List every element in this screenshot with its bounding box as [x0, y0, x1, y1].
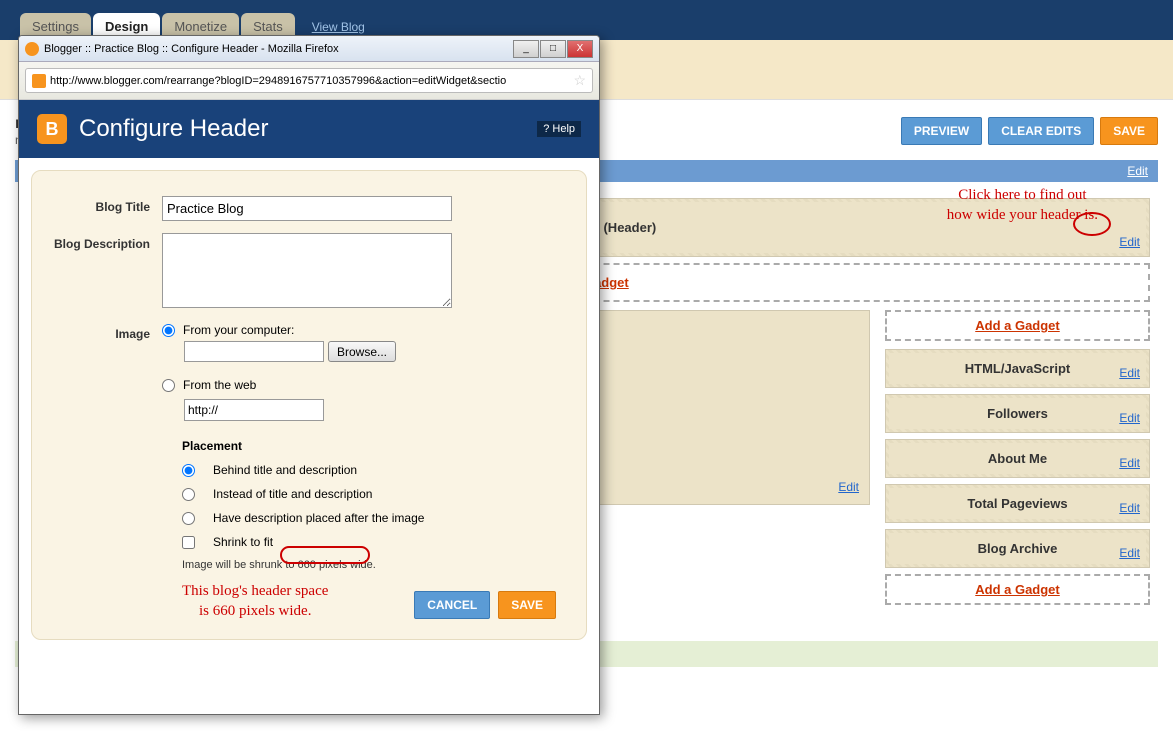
blog-desc-label: Blog Description — [52, 233, 162, 311]
maximize-button[interactable]: □ — [540, 40, 566, 58]
shrink-checkbox[interactable] — [182, 536, 195, 549]
edit-link[interactable]: Edit — [1119, 366, 1140, 380]
edit-link[interactable]: Edit — [1119, 411, 1140, 425]
widget-pageviews: Total PageviewsEdit — [885, 484, 1150, 523]
popup-content: B Configure Header ? Help Blog Title Blo… — [19, 100, 599, 715]
clear-edits-button[interactable]: CLEAR EDITS — [988, 117, 1094, 145]
top-nav: Settings Design Monetize Stats View Blog — [0, 0, 1173, 40]
placement-behind-radio[interactable] — [182, 464, 195, 477]
preview-button[interactable]: PREVIEW — [901, 117, 982, 145]
url-bar[interactable]: http://www.blogger.com/rearrange?blogID=… — [25, 68, 593, 93]
from-web-radio[interactable] — [162, 379, 175, 392]
blog-desc-input[interactable] — [162, 233, 452, 308]
file-path-input[interactable] — [184, 341, 324, 362]
blog-title-label: Blog Title — [52, 196, 162, 221]
placement-after-label: Have description placed after the image — [213, 511, 424, 525]
edit-link[interactable]: Edit — [1119, 456, 1140, 470]
close-button[interactable]: X — [567, 40, 593, 58]
from-computer-radio[interactable] — [162, 324, 175, 337]
cancel-button[interactable]: CANCEL — [414, 591, 490, 619]
placement-instead-radio[interactable] — [182, 488, 195, 501]
blog-posts-edit[interactable]: Edit — [838, 480, 859, 494]
shrink-label: Shrink to fit — [213, 535, 273, 549]
blogger-favicon — [32, 74, 46, 88]
popup-titlebar[interactable]: Blogger :: Practice Blog :: Configure He… — [19, 36, 599, 62]
minimize-button[interactable]: _ — [513, 40, 539, 58]
browse-button[interactable]: Browse... — [328, 341, 396, 362]
navbar-edit-link[interactable]: Edit — [1127, 164, 1148, 178]
blogger-logo-icon: B — [37, 114, 67, 144]
widget-archive: Blog ArchiveEdit — [885, 529, 1150, 568]
from-web-label: From the web — [183, 378, 256, 392]
image-label: Image — [52, 323, 162, 421]
save-button[interactable]: SAVE — [1100, 117, 1158, 145]
edit-link[interactable]: Edit — [1119, 501, 1140, 515]
url-text: http://www.blogger.com/rearrange?blogID=… — [50, 75, 569, 87]
add-gadget-side[interactable]: Add a Gadget — [885, 310, 1150, 341]
popup-save-button[interactable]: SAVE — [498, 591, 556, 619]
help-link[interactable]: ? Help — [537, 121, 581, 137]
red-circle-660 — [280, 546, 370, 564]
popup-title: Blogger :: Practice Blog :: Configure He… — [44, 43, 339, 55]
placement-after-radio[interactable] — [182, 512, 195, 525]
add-gadget-bottom[interactable]: Add a Gadget — [885, 574, 1150, 605]
edit-link[interactable]: Edit — [1119, 546, 1140, 560]
red-circle-edit — [1073, 212, 1111, 236]
annotation-660: This blog's header space is 660 pixels w… — [182, 582, 328, 621]
from-computer-label: From your computer: — [183, 323, 294, 337]
placement-label: Placement — [182, 439, 566, 453]
blog-title-input[interactable] — [162, 196, 452, 221]
configure-form: Blog Title Blog Description Image From y… — [31, 170, 587, 640]
configure-header-popup: Blogger :: Practice Blog :: Configure He… — [18, 35, 600, 715]
placement-instead-label: Instead of title and description — [213, 487, 372, 501]
widget-followers: FollowersEdit — [885, 394, 1150, 433]
firefox-icon — [25, 42, 39, 56]
widget-html-js: HTML/JavaScriptEdit — [885, 349, 1150, 388]
header-edit-link[interactable]: Edit — [1119, 235, 1140, 249]
configure-header-bar: B Configure Header ? Help — [19, 100, 599, 158]
configure-header-title: Configure Header — [79, 115, 268, 143]
widget-about-me: About MeEdit — [885, 439, 1150, 478]
web-url-input[interactable] — [184, 399, 324, 421]
shrink-note: Image will be shrunk to 660 pixels wide. — [182, 559, 566, 571]
bookmark-star-icon[interactable]: ☆ — [573, 72, 586, 89]
placement-behind-label: Behind title and description — [213, 463, 357, 477]
url-toolbar: http://www.blogger.com/rearrange?blogID=… — [19, 62, 599, 100]
